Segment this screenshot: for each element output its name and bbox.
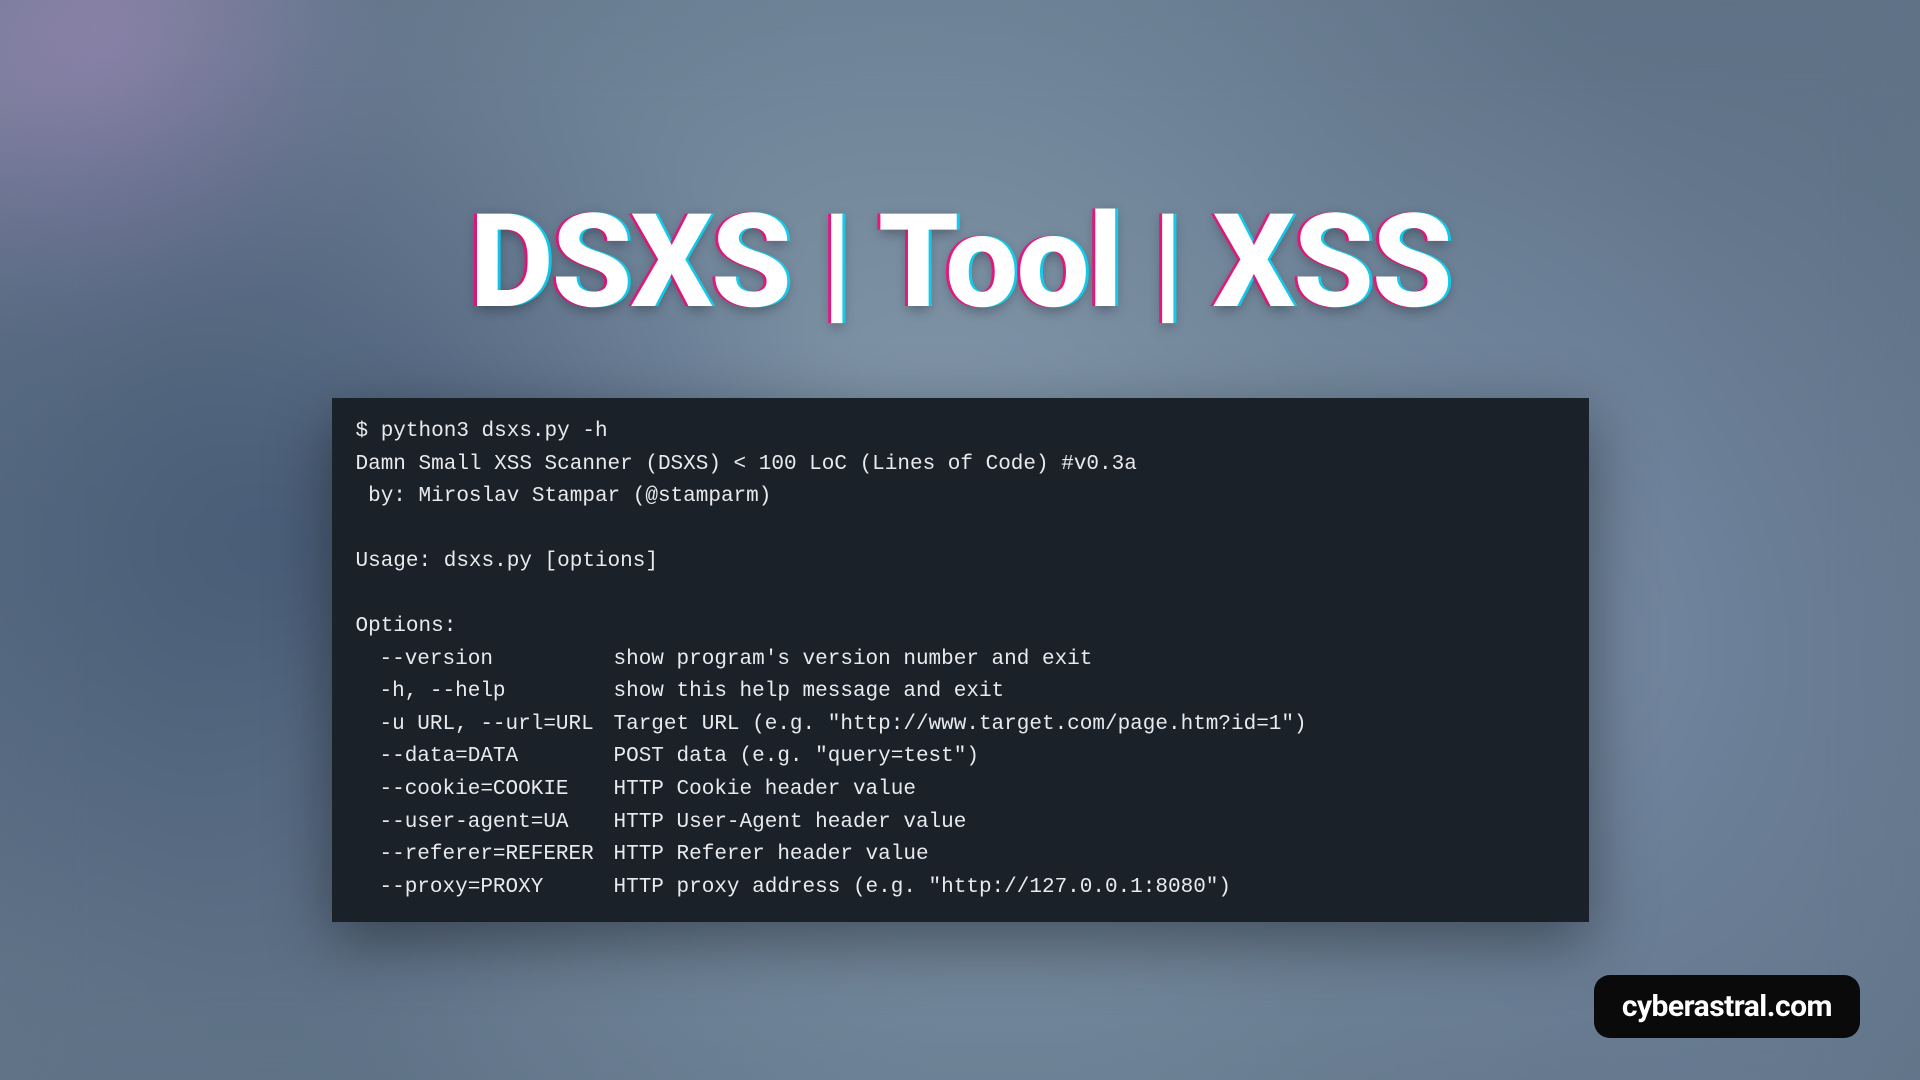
terminal-option-desc: HTTP proxy address (e.g. "http://127.0.0… [614,872,1232,905]
terminal-option-flag: --data=DATA [356,741,614,774]
terminal-blank-line [356,579,1565,612]
terminal-option-flag: --user-agent=UA [356,807,614,840]
terminal-option-flag: --cookie=COOKIE [356,774,614,807]
terminal-option-row: --user-agent=UA HTTP User-Agent header v… [356,807,1565,840]
terminal-author-line: by: Miroslav Stampar (@stamparm) [356,481,1565,514]
terminal-blank-line [356,514,1565,547]
terminal-banner-line: Damn Small XSS Scanner (DSXS) < 100 LoC … [356,449,1565,482]
terminal-option-flag: -u URL, --url=URL [356,709,614,742]
terminal-option-row: -h, --help show this help message and ex… [356,676,1565,709]
terminal-options-header: Options: [356,611,1565,644]
terminal-option-row: --referer=REFERER HTTP Referer header va… [356,839,1565,872]
terminal-option-desc: show program's version number and exit [614,644,1093,677]
terminal-option-row: -u URL, --url=URL Target URL (e.g. "http… [356,709,1565,742]
terminal-option-desc: Target URL (e.g. "http://www.target.com/… [614,709,1307,742]
terminal-option-flag: --referer=REFERER [356,839,614,872]
terminal-prompt-line: $ python3 dsxs.py -h [356,416,1565,449]
terminal-option-desc: HTTP User-Agent header value [614,807,967,840]
terminal-option-flag: --proxy=PROXY [356,872,614,905]
terminal-option-row: --cookie=COOKIE HTTP Cookie header value [356,774,1565,807]
watermark-badge: cyberastral.com [1594,975,1860,1038]
terminal-option-desc: show this help message and exit [614,676,1005,709]
terminal-option-desc: POST data (e.g. "query=test") [614,741,979,774]
terminal-option-flag: -h, --help [356,676,614,709]
terminal-window: $ python3 dsxs.py -h Damn Small XSS Scan… [332,398,1589,922]
page-title: DSXS | Tool | XSS [469,185,1450,338]
main-container: DSXS | Tool | XSS $ python3 dsxs.py -h D… [0,0,1920,1080]
terminal-option-row: --data=DATA POST data (e.g. "query=test"… [356,741,1565,774]
terminal-usage-line: Usage: dsxs.py [options] [356,546,1565,579]
terminal-option-row: --proxy=PROXY HTTP proxy address (e.g. "… [356,872,1565,905]
terminal-option-desc: HTTP Referer header value [614,839,929,872]
terminal-option-flag: --version [356,644,614,677]
terminal-option-row: --version show program's version number … [356,644,1565,677]
terminal-option-desc: HTTP Cookie header value [614,774,916,807]
